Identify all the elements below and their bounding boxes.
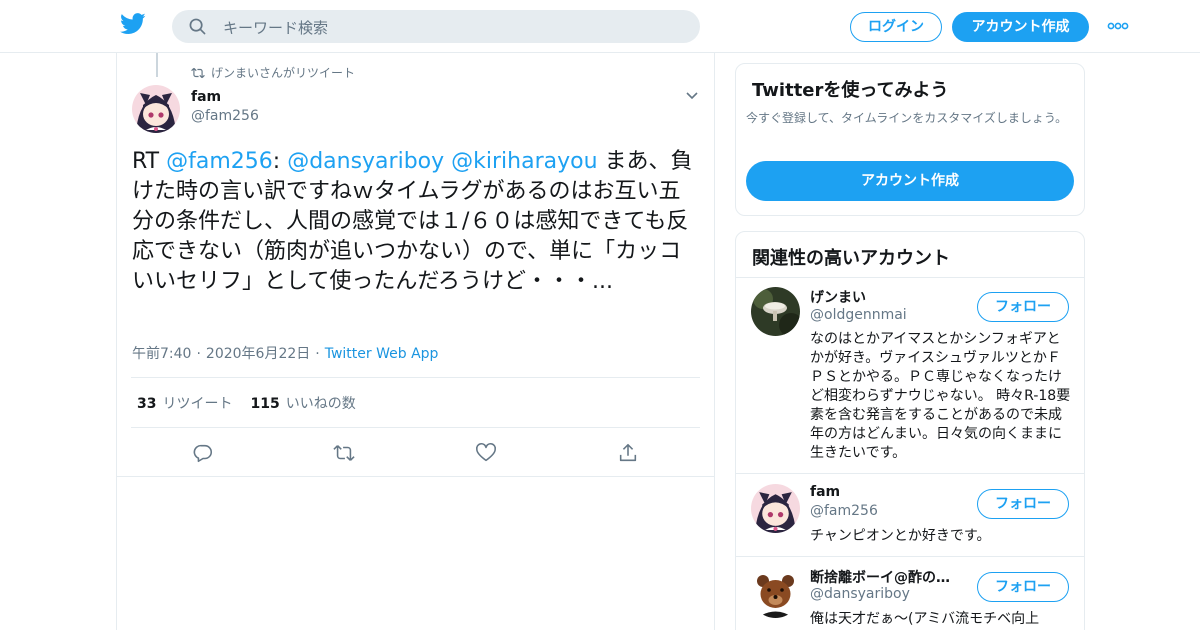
signup-button[interactable]: アカウント作成 [952,12,1089,42]
account-bio: 俺は天才だぁ〜(アミバ流モチベ向上 [810,611,1040,627]
share-icon[interactable] [617,442,639,464]
like-icon[interactable] [475,442,497,464]
avatar[interactable] [751,287,800,336]
account-name[interactable]: げンまい [810,287,866,307]
tweet-text: RT @fam256: @dansyariboy @kiriharayou まあ… [132,147,702,297]
colon: : [272,149,288,174]
account-name[interactable]: fam [810,484,840,500]
avatar[interactable] [751,484,800,533]
retweet-icon [191,67,205,79]
like-stat-label: いいねの数 [285,396,356,412]
account-bio: なのはとかアイマスとかシンフォギアとかが好き。ヴァイスシュヴァルツとかＦＰＳとか… [810,331,1071,461]
tweet-detail: げンまいさんがリツイート fam @fam256 RT @fam256: @da… [116,53,715,630]
retweet-stat[interactable]: 33 リツイート [137,396,232,412]
top-navigation-bar: キーワード検索 ログイン アカウント作成 [0,0,1200,53]
divider [131,427,700,428]
follow-button[interactable]: フォロー [977,292,1069,322]
tweet-stats: 33 リツイート 115 いいねの数 [137,393,356,413]
more-icon[interactable] [1107,22,1129,30]
divider [117,476,714,477]
account-name[interactable]: 断捨離ボーイ@酢の… [810,567,950,587]
signup-card: Twitterを使ってみよう 今すぐ登録して、タイムラインをカスタマイズしましょ… [735,63,1085,216]
avatar[interactable] [132,85,180,133]
account-handle[interactable]: @oldgennmai [810,307,907,323]
follow-button[interactable]: フォロー [977,572,1069,602]
divider [131,377,700,378]
signup-title: Twitterを使ってみよう [752,80,949,101]
retweet-count: 33 [137,396,157,412]
retweet-stat-label: リツイート [162,396,233,412]
mention-link[interactable]: @kiriharayou [451,149,597,174]
signup-description: 今すぐ登録して、タイムラインをカスタマイズしましょう。 [746,111,1068,125]
search-icon [189,18,206,35]
search-input[interactable]: キーワード検索 [223,17,328,38]
account-handle[interactable]: @dansyariboy [810,586,910,602]
twitter-bird-icon[interactable] [120,13,146,35]
author-name[interactable]: fam [191,89,221,105]
login-button[interactable]: ログイン [850,12,942,42]
thread-line [156,53,158,77]
tweet-source[interactable]: Twitter Web App [325,346,439,362]
divider [736,473,1084,474]
retweet-context-label: げンまいさんがリツイート [211,66,356,80]
reply-icon[interactable] [192,442,214,464]
like-count: 115 [250,396,280,412]
author-handle[interactable]: @fam256 [191,108,259,124]
account-bio: チャンピオンとか好きです。 [810,528,991,544]
rt-prefix: RT [132,149,167,174]
tweet-time[interactable]: 午前7:40 [132,346,191,362]
divider [736,277,1084,278]
related-accounts: 関連性の高いアカウント げンまい @oldgennmai フォロー なのはとかア… [735,231,1085,630]
account-handle[interactable]: @fam256 [810,503,878,519]
divider [736,556,1084,557]
related-title: 関連性の高いアカウント [752,248,950,269]
retweet-action-icon[interactable] [333,442,355,464]
follow-button[interactable]: フォロー [977,489,1069,519]
avatar[interactable] [751,569,800,618]
search-box[interactable]: キーワード検索 [172,10,700,43]
tweet-date[interactable]: 2020年6月22日 [206,346,310,362]
mention-link[interactable]: @fam256 [166,149,273,174]
retweet-context[interactable]: げンまいさんがリツイート [191,64,355,81]
mention-link[interactable]: @dansyariboy [287,149,444,174]
tweet-metadata: 午前7:40 · 2020年6月22日 · Twitter Web App [132,346,439,362]
signup-card-button[interactable]: アカウント作成 [746,161,1074,201]
like-stat[interactable]: 115 いいねの数 [250,396,355,412]
chevron-down-icon[interactable] [685,91,699,101]
